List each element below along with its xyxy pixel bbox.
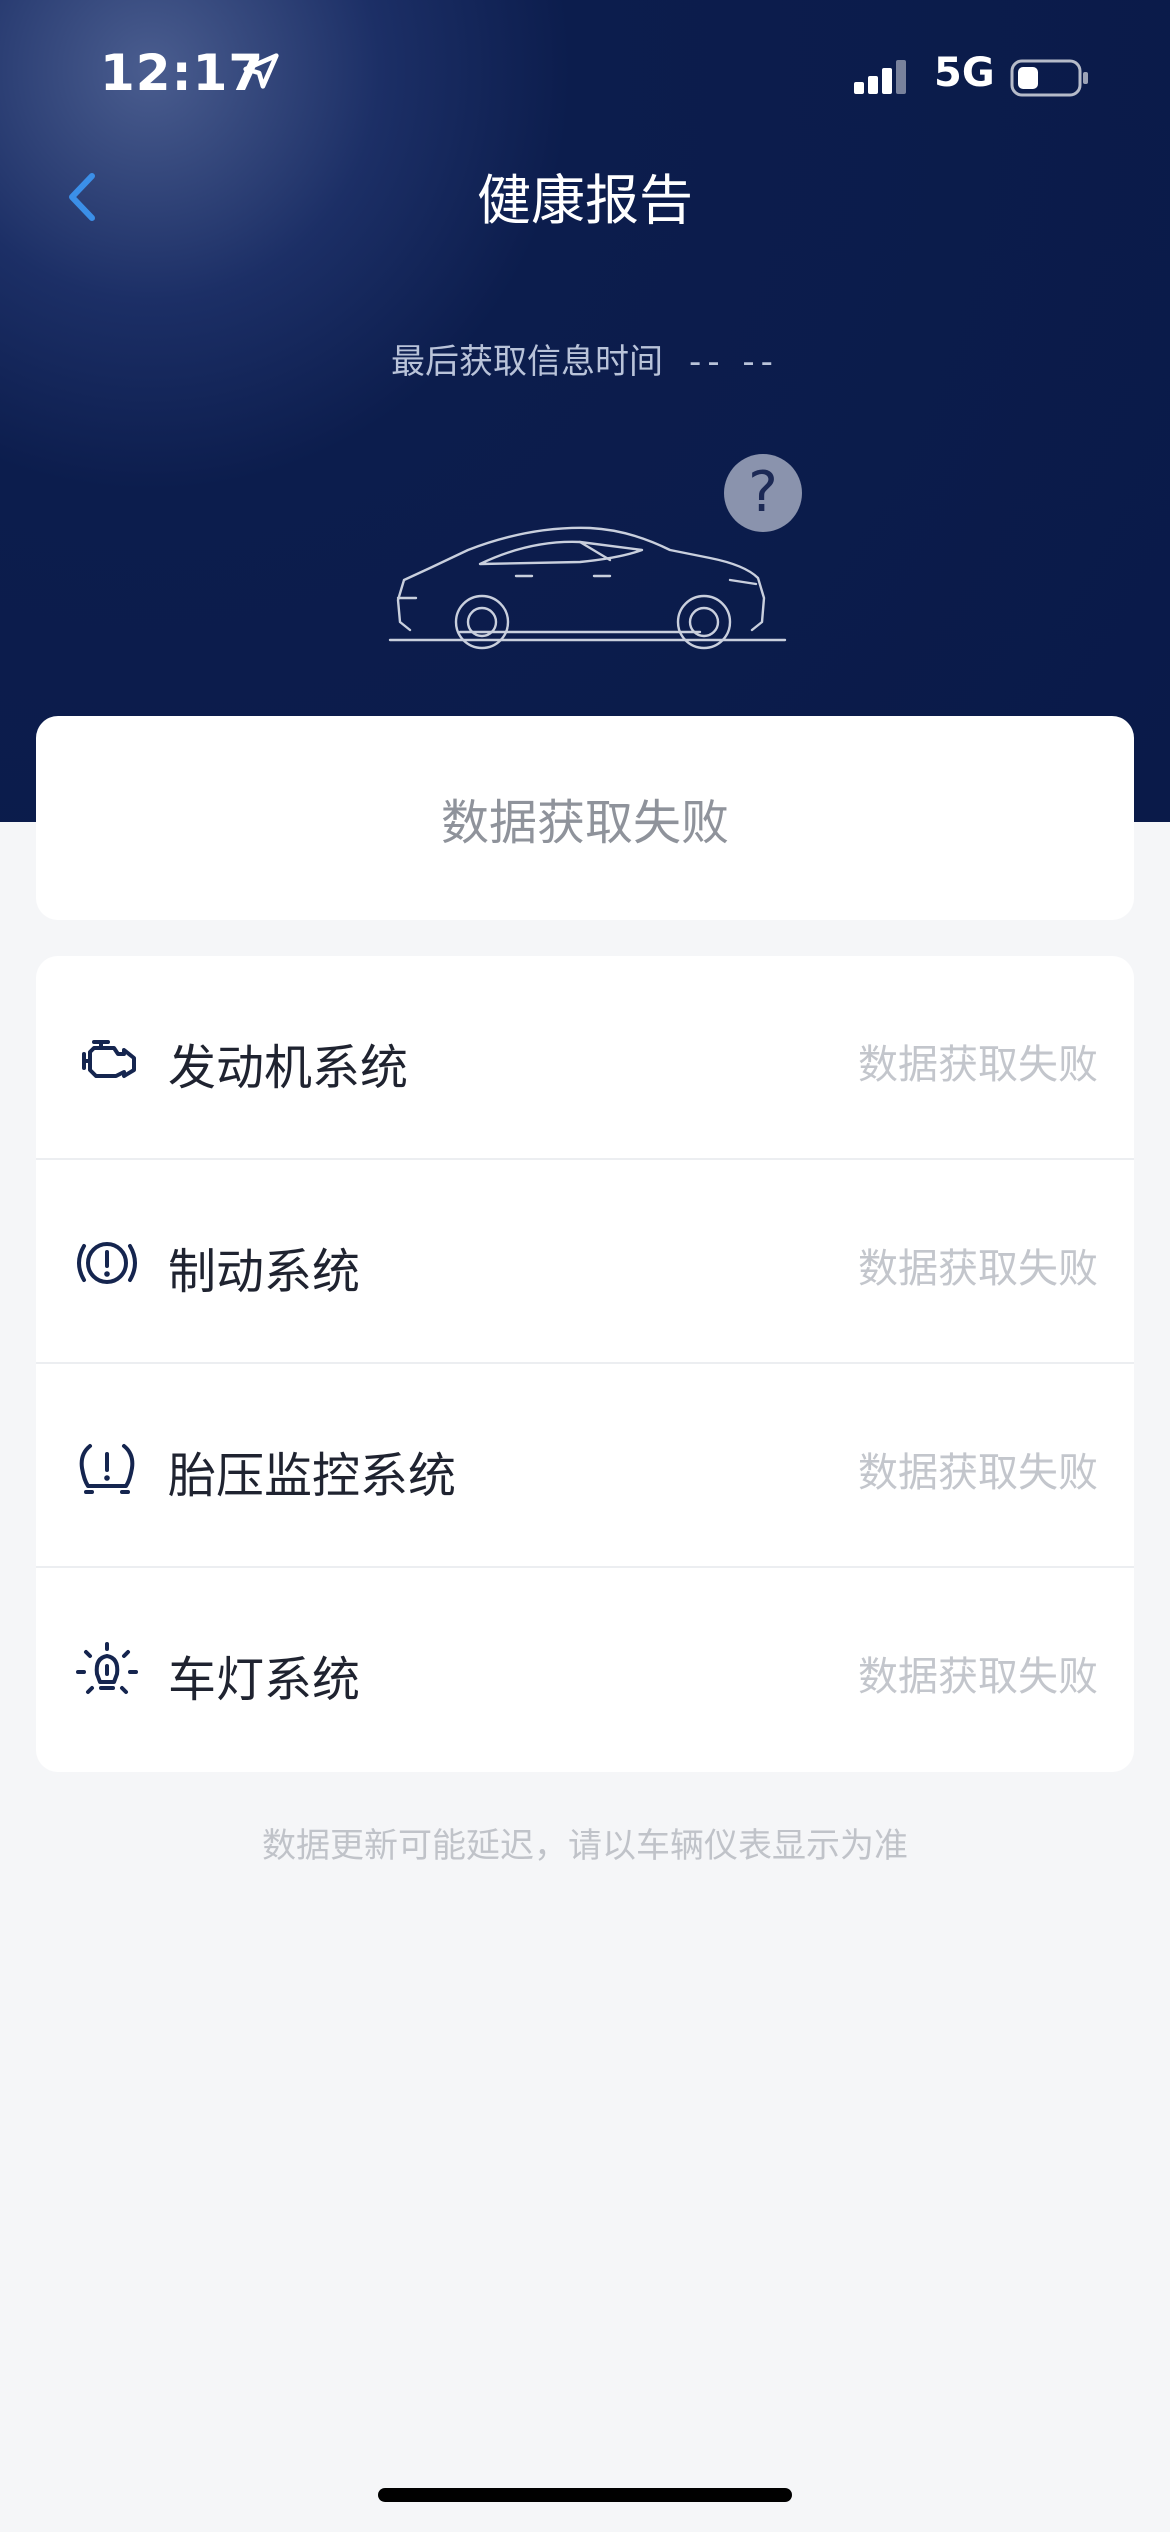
list-item-engine[interactable]: 发动机系统 数据获取失败: [36, 956, 1134, 1160]
brake-warning-icon: [77, 1242, 137, 1284]
list-item-name: 制动系统: [168, 1244, 361, 1300]
status-bar-time: 12:17: [100, 44, 279, 102]
last-fetch-time: 最后获取信息时间 -- --: [0, 334, 1170, 383]
systems-list: 发动机系统 数据获取失败 制动系统 数据获取失败 胎压监控系统 数据获取失败 车…: [36, 956, 1134, 1772]
battery-icon: [1010, 59, 1088, 97]
page-title: 健康报告: [477, 169, 693, 232]
header-background: [0, 0, 1170, 822]
signal-bars-icon: [854, 60, 906, 94]
list-item-tire-pressure[interactable]: 胎压监控系统 数据获取失败: [36, 1364, 1134, 1568]
list-item-status: 数据获取失败: [858, 1246, 1098, 1292]
list-item-status: 数据获取失败: [858, 1450, 1098, 1496]
list-item-lights[interactable]: 车灯系统 数据获取失败: [36, 1568, 1134, 1772]
light-bulb-icon: [76, 1642, 138, 1694]
location-arrow-icon: [243, 53, 279, 89]
network-type: 5G: [934, 50, 995, 96]
engine-icon: [82, 1040, 136, 1078]
home-indicator[interactable]: [378, 2488, 792, 2502]
data-delay-notice: 数据更新可能延迟，请以车辆仪表显示为准: [262, 1826, 908, 1866]
list-item-name: 胎压监控系统: [168, 1448, 457, 1504]
list-item-status: 数据获取失败: [858, 1042, 1098, 1088]
list-item-brake[interactable]: 制动系统 数据获取失败: [36, 1160, 1134, 1364]
summary-message: 数据获取失败: [440, 795, 729, 851]
last-fetch-label: 最后获取信息时间: [391, 342, 664, 382]
list-item-status: 数据获取失败: [858, 1654, 1098, 1700]
tire-pressure-icon: [79, 1444, 135, 1494]
list-item-name: 发动机系统: [168, 1040, 409, 1096]
list-item-name: 车灯系统: [168, 1652, 361, 1708]
summary-card: 数据获取失败: [36, 716, 1134, 920]
last-fetch-value: -- --: [689, 342, 779, 382]
car-outline-illustration: [388, 526, 787, 650]
